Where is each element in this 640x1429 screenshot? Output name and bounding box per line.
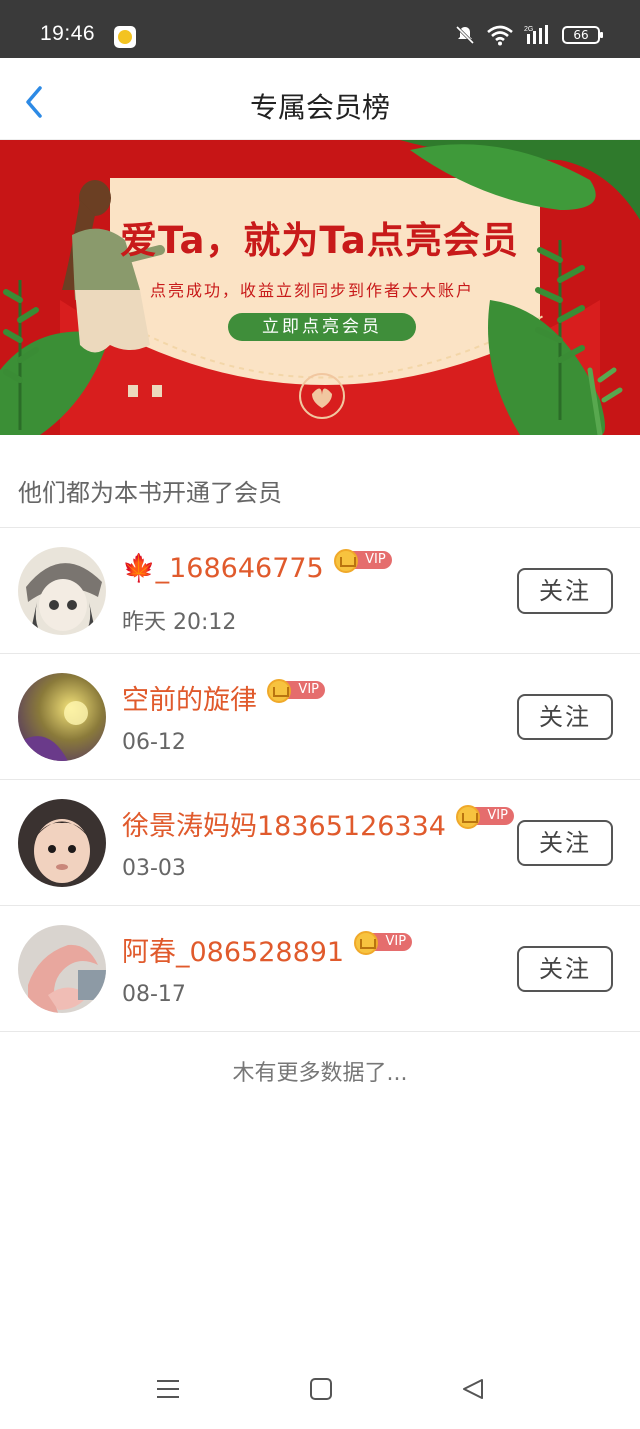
- light-up-membership-button[interactable]: 立即点亮会员: [228, 313, 416, 341]
- avatar[interactable]: [18, 799, 106, 887]
- status-bar: 19:46 2G 66: [0, 0, 640, 58]
- status-time: 19:46: [40, 22, 96, 45]
- wifi-icon: [487, 25, 513, 46]
- crown-icon: [267, 678, 291, 703]
- member-list: 🍁_168646775 VIP 昨天 20:12 关注 空前的旋律 VIP 06…: [0, 527, 640, 1032]
- member-name[interactable]: 阿春_086528891: [122, 930, 344, 969]
- avatar[interactable]: [18, 673, 106, 761]
- status-icons: 2G 66: [454, 24, 603, 46]
- home-icon[interactable]: [308, 1376, 334, 1402]
- member-name-line: 🍁_168646775 VIP: [122, 549, 392, 584]
- no-more-data-text: 木有更多数据了...: [232, 1061, 408, 1086]
- follow-button[interactable]: 关注: [517, 946, 613, 992]
- member-row[interactable]: 阿春_086528891 VIP 08-17 关注: [0, 906, 640, 1032]
- header-bar: 专属会员榜: [0, 58, 640, 140]
- member-row[interactable]: 🍁_168646775 VIP 昨天 20:12 关注: [0, 528, 640, 654]
- member-name-line: 阿春_086528891 VIP: [122, 930, 413, 969]
- member-name[interactable]: 🍁_168646775: [122, 552, 324, 584]
- crown-icon: [333, 549, 358, 573]
- system-nav-bar: [0, 1350, 640, 1429]
- member-row[interactable]: 空前的旋律 VIP 06-12 关注: [0, 654, 640, 780]
- follow-button[interactable]: 关注: [517, 568, 613, 614]
- member-name-line: 空前的旋律 VIP: [122, 678, 325, 717]
- app-notification-icon: [114, 26, 136, 48]
- vip-badge: VIP: [267, 678, 325, 703]
- banner-subtitle: 点亮成功，收益立刻同步到作者大大账户: [150, 281, 475, 300]
- banner-headline: 爱Ta，就为Ta点亮会员: [120, 219, 519, 262]
- follow-button[interactable]: 关注: [517, 820, 613, 866]
- battery-icon: 66: [562, 26, 603, 44]
- member-time: 昨天 20:12: [122, 610, 237, 635]
- member-time: 06-12: [122, 730, 186, 755]
- vip-badge: VIP: [455, 804, 514, 829]
- member-name[interactable]: 空前的旋律: [122, 678, 257, 717]
- avatar[interactable]: [18, 925, 106, 1013]
- member-name[interactable]: 徐景涛妈妈18365126334: [122, 804, 446, 843]
- vip-badge: VIP: [354, 930, 413, 955]
- member-time: 03-03: [122, 856, 186, 881]
- member-row[interactable]: 徐景涛妈妈18365126334 VIP 03-03 关注: [0, 780, 640, 906]
- signal-icon: 2G: [524, 25, 548, 44]
- vip-badge: VIP: [333, 549, 392, 573]
- crown-icon: [455, 804, 480, 829]
- promo-banner[interactable]: 爱Ta，就为Ta点亮会员 点亮成功，收益立刻同步到作者大大账户 立即点亮会员: [0, 140, 640, 435]
- page-title: 专属会员榜: [249, 91, 390, 124]
- menu-icon[interactable]: [155, 1376, 181, 1402]
- section-title: 他们都为本书开通了会员: [18, 479, 282, 507]
- avatar[interactable]: [18, 547, 106, 635]
- member-name-line: 徐景涛妈妈18365126334 VIP: [122, 804, 514, 843]
- member-time: 08-17: [122, 982, 186, 1007]
- svg-text:2G: 2G: [524, 26, 533, 33]
- back-triangle-icon[interactable]: [460, 1376, 486, 1402]
- crown-icon: [354, 930, 379, 955]
- mute-notification-icon: [455, 25, 475, 45]
- follow-button[interactable]: 关注: [517, 694, 613, 740]
